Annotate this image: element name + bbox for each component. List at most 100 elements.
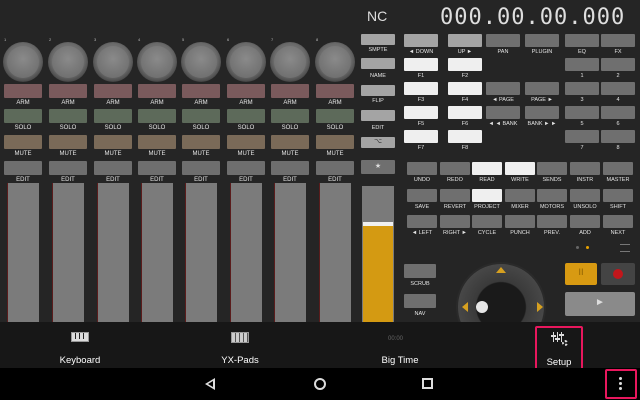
edit-button[interactable] [316, 161, 354, 175]
mute-button[interactable] [49, 135, 87, 149]
command-button-undo[interactable] [407, 162, 437, 175]
command-button-prev[interactable] [537, 215, 567, 228]
bank-row1-button-5[interactable] [601, 34, 635, 47]
solo-button[interactable] [4, 109, 42, 123]
bank-row1-button-0[interactable] [404, 34, 438, 47]
command-button-unsolo[interactable] [570, 189, 600, 202]
home-icon[interactable] [314, 378, 326, 390]
command-button-write[interactable] [505, 162, 535, 175]
mute-button[interactable] [138, 135, 176, 149]
fn-button-3[interactable] [404, 82, 438, 95]
mute-button[interactable] [227, 135, 265, 149]
tab-yx-pads[interactable]: YX-Pads [200, 322, 280, 368]
number-button-1[interactable] [565, 58, 599, 71]
pan-knob[interactable] [315, 42, 355, 82]
number-button-5[interactable] [565, 106, 599, 119]
command-button-motors[interactable] [537, 189, 567, 202]
number-button-6[interactable] [601, 106, 635, 119]
number-button-4[interactable] [601, 82, 635, 95]
fn-button-7[interactable] [404, 130, 438, 143]
arm-button[interactable] [138, 84, 176, 98]
command-button-right[interactable] [440, 215, 470, 228]
pan-knob[interactable] [137, 42, 177, 82]
pan-knob[interactable] [48, 42, 88, 82]
arm-button[interactable] [94, 84, 132, 98]
master-fader-cap[interactable] [363, 222, 393, 226]
edit-button[interactable] [227, 161, 265, 175]
command-button-redo[interactable] [440, 162, 470, 175]
command-button-mixer[interactable] [505, 189, 535, 202]
pan-knob[interactable] [181, 42, 221, 82]
arm-button[interactable] [49, 84, 87, 98]
fn-button-6[interactable] [448, 106, 482, 119]
command-button-left[interactable] [407, 215, 437, 228]
number-button-8[interactable] [601, 130, 635, 143]
edit-button[interactable] [182, 161, 220, 175]
arm-button[interactable] [271, 84, 309, 98]
bank-row1-button-4[interactable] [565, 34, 599, 47]
edit-button[interactable] [49, 161, 87, 175]
bank-next-button[interactable] [525, 106, 559, 119]
page-prev-button[interactable] [486, 82, 520, 95]
command-button-punch[interactable] [505, 215, 535, 228]
solo-button[interactable] [138, 109, 176, 123]
mute-button[interactable] [4, 135, 42, 149]
overflow-menu-button[interactable] [605, 369, 637, 399]
arm-button[interactable] [227, 84, 265, 98]
command-button-sends[interactable] [537, 162, 567, 175]
bank-row1-button-2[interactable] [486, 34, 520, 47]
solo-button[interactable] [227, 109, 265, 123]
arm-button[interactable] [4, 84, 42, 98]
name-button[interactable] [361, 58, 395, 69]
fn-button-5[interactable] [404, 106, 438, 119]
page-next-button[interactable] [525, 82, 559, 95]
nav-button[interactable] [404, 294, 436, 308]
mute-button[interactable] [271, 135, 309, 149]
pan-knob[interactable] [270, 42, 310, 82]
menu-lines-icon[interactable] [620, 244, 630, 252]
solo-button[interactable] [94, 109, 132, 123]
solo-button[interactable] [316, 109, 354, 123]
bank-row1-button-3[interactable] [525, 34, 559, 47]
number-button-7[interactable] [565, 130, 599, 143]
command-button-next[interactable] [603, 215, 633, 228]
pan-knob[interactable] [226, 42, 266, 82]
solo-button[interactable] [271, 109, 309, 123]
tab-big-time[interactable]: Big Time [360, 322, 440, 368]
tab-setup[interactable]: Setup [535, 326, 583, 372]
command-button-instr[interactable] [570, 162, 600, 175]
scrub-button[interactable] [404, 264, 436, 278]
solo-button[interactable] [49, 109, 87, 123]
edit-button[interactable] [271, 161, 309, 175]
mute-button[interactable] [182, 135, 220, 149]
fn-button-2[interactable] [448, 58, 482, 71]
edit-button[interactable] [138, 161, 176, 175]
recents-icon[interactable] [422, 378, 433, 389]
command-button-master[interactable] [603, 162, 633, 175]
mute-button[interactable] [316, 135, 354, 149]
mute-button[interactable] [94, 135, 132, 149]
pan-knob[interactable] [3, 42, 43, 82]
arm-button[interactable] [182, 84, 220, 98]
number-button-2[interactable] [601, 58, 635, 71]
edit-button[interactable] [94, 161, 132, 175]
bank-row1-button-1[interactable] [448, 34, 482, 47]
number-button-3[interactable] [565, 82, 599, 95]
command-button-read[interactable] [472, 162, 502, 175]
command-button-revert[interactable] [440, 189, 470, 202]
command-button-add[interactable] [570, 215, 600, 228]
fn-button-1[interactable] [404, 58, 438, 71]
tab-keyboard[interactable]: Keyboard [40, 322, 120, 368]
command-button-cycle[interactable] [472, 215, 502, 228]
bank-prev-button[interactable] [486, 106, 520, 119]
pan-knob[interactable] [93, 42, 133, 82]
solo-button[interactable] [182, 109, 220, 123]
smpte-button[interactable] [361, 34, 395, 45]
command-button-save[interactable] [407, 189, 437, 202]
flip-button[interactable] [361, 85, 395, 96]
command-button-shift[interactable] [603, 189, 633, 202]
fn-button-4[interactable] [448, 82, 482, 95]
edit-button[interactable] [4, 161, 42, 175]
fn-button-8[interactable] [448, 130, 482, 143]
edit-master-button[interactable] [361, 110, 395, 121]
